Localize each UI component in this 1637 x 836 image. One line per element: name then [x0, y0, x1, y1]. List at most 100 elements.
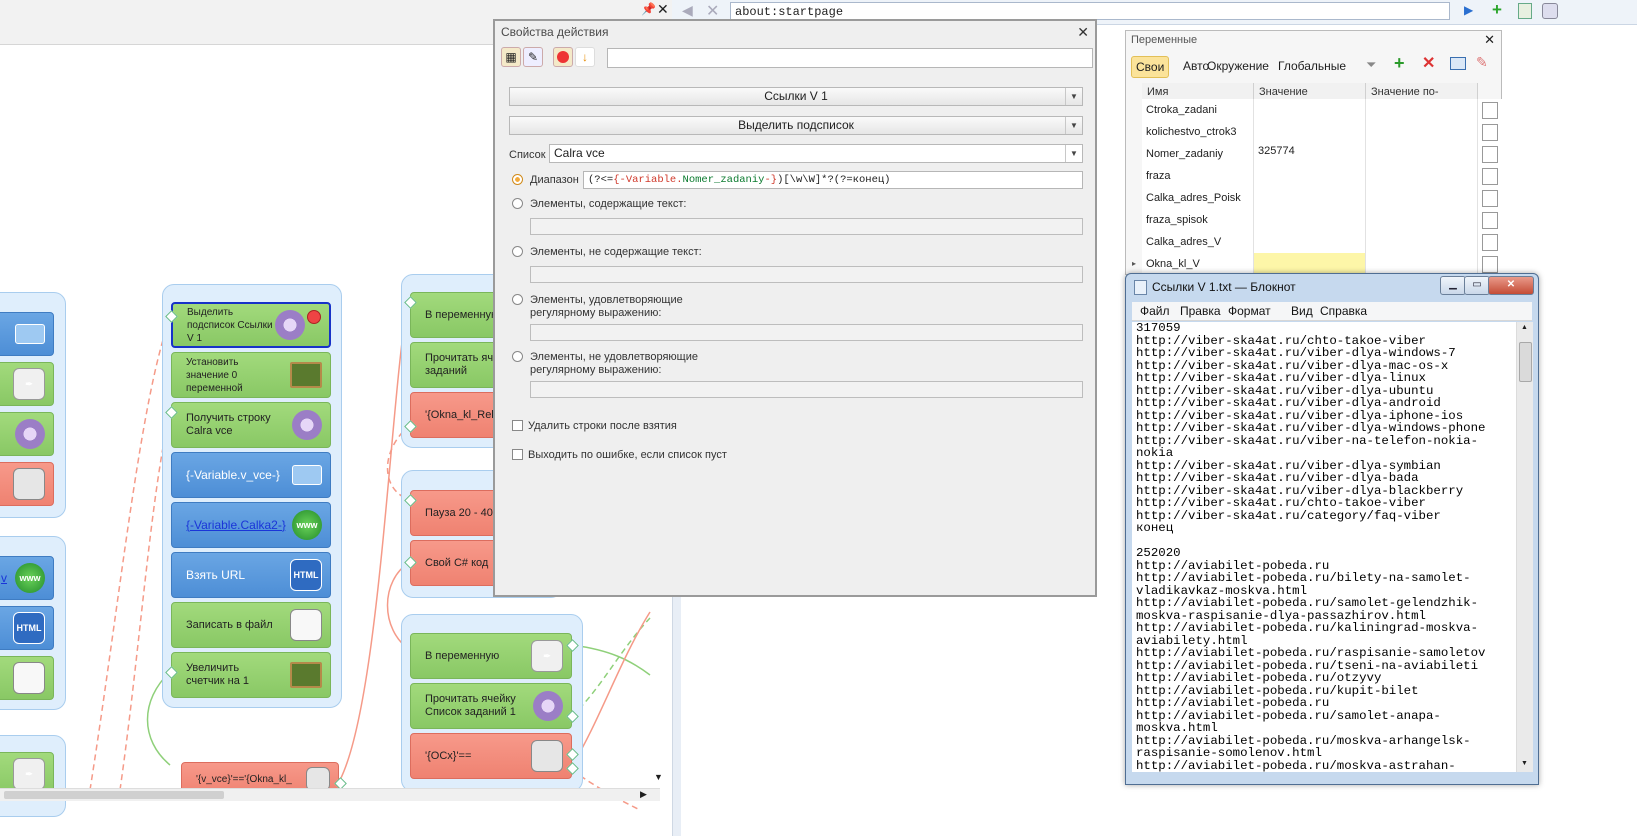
delete-lines-checkbox[interactable] [512, 420, 523, 431]
scrollbar-thumb[interactable] [4, 791, 224, 799]
copy-icon[interactable] [1482, 102, 1498, 119]
canvas-node-var-calka2[interactable]: {-Variable.Calka2-} www [171, 502, 331, 548]
copy-icon[interactable] [1482, 124, 1498, 141]
scroll-down-icon[interactable]: ▼ [1521, 760, 1528, 767]
copy-icon[interactable] [1482, 190, 1498, 207]
menu-file[interactable]: Файл [1140, 304, 1170, 318]
action-name-select[interactable]: Ссылки V 1 ▼ [509, 87, 1083, 106]
canvas-node-to-variable-2[interactable]: В переменную ✒ [410, 633, 572, 679]
delete-icon[interactable]: ✕ [1422, 53, 1435, 73]
go-icon[interactable]: ▶ [1464, 3, 1473, 17]
canvas-node-read-cell-2[interactable]: Прочитать ячейку Список заданий 1 [410, 683, 572, 729]
table-row[interactable]: fraza_spisok [1142, 209, 1502, 232]
columns-icon[interactable] [1450, 57, 1466, 70]
copy-icon[interactable] [1482, 168, 1498, 185]
canvas-node-write-file[interactable]: Записать в файл [171, 602, 331, 648]
close-icon[interactable]: ✕ [1484, 32, 1495, 48]
canvas-node-take-url[interactable]: Взять URL HTML [171, 552, 331, 598]
scrollbar-thumb[interactable] [1519, 342, 1532, 382]
vertical-scrollbar[interactable]: ▲ ▼ [1516, 322, 1533, 772]
var-value[interactable] [1254, 99, 1366, 121]
edit-view-icon[interactable]: ✎ [523, 47, 543, 67]
var-value[interactable] [1254, 165, 1366, 187]
var-value[interactable] [1254, 187, 1366, 209]
tab-environment[interactable]: Окружение [1203, 56, 1273, 76]
contains-radio[interactable] [512, 198, 523, 209]
not-contains-input[interactable] [530, 266, 1083, 283]
maximize-button[interactable]: ▭ [1464, 276, 1490, 295]
canvas-node-get-line[interactable]: Получить строку Calra vce [171, 402, 331, 448]
var-default[interactable] [1366, 165, 1478, 187]
table-row[interactable]: kolichestvo_ctrok3 [1142, 121, 1502, 144]
add-icon[interactable]: + [1394, 53, 1405, 74]
filter-icon[interactable]: ⏷ [1366, 57, 1376, 73]
regex-radio[interactable] [512, 294, 523, 305]
var-value[interactable] [1254, 209, 1366, 231]
add-icon[interactable]: + [1492, 0, 1502, 20]
arrow-down-icon[interactable]: ↓ [575, 47, 595, 67]
not-regex-input[interactable] [530, 381, 1083, 398]
stop-load-icon[interactable]: ✕ [706, 1, 719, 21]
minimize-button[interactable]: ▁ [1440, 276, 1466, 295]
var-default[interactable] [1366, 253, 1478, 275]
not-contains-radio[interactable] [512, 246, 523, 257]
copy-icon[interactable] [1482, 234, 1498, 251]
back-icon[interactable]: ◀ [682, 2, 693, 19]
copy-icon[interactable] [1482, 212, 1498, 229]
canvas-node-var-v-vce[interactable]: {-Variable.v_vce-} [171, 452, 331, 498]
range-input[interactable]: (?<={-Variable.Nomer_zadaniy-})[\w\W]*?(… [583, 171, 1083, 189]
table-view-icon[interactable]: ▦ [501, 47, 521, 67]
var-value[interactable] [1254, 121, 1366, 143]
action-type-select[interactable]: Выделить подсписок ▼ [509, 116, 1083, 135]
canvas-node-set-value[interactable]: ✒ [0, 362, 54, 406]
var-default[interactable] [1366, 121, 1478, 143]
var-default[interactable] [1366, 231, 1478, 253]
exit-on-error-checkbox[interactable] [512, 449, 523, 460]
canvas-horizontal-scrollbar[interactable]: ▶ [0, 788, 660, 801]
close-button[interactable]: ✕ [1488, 276, 1534, 295]
eraser-icon[interactable]: ✎ [1476, 54, 1488, 71]
table-row[interactable]: Ctroka_zadani [1142, 99, 1502, 122]
copy-icon[interactable] [1482, 146, 1498, 163]
var-value[interactable]: 325774 [1254, 143, 1366, 165]
scroll-down-icon[interactable]: ▼ [654, 772, 663, 782]
var-default[interactable] [1366, 209, 1478, 231]
table-row[interactable]: Nomer_zadaniy 325774 [1142, 143, 1502, 166]
menu-view[interactable]: Вид [1291, 304, 1313, 318]
var-value[interactable] [1254, 253, 1366, 275]
canvas-node-set-zero[interactable]: Установить значение 0 переменной [171, 352, 331, 398]
canvas-node-increment[interactable]: Увеличить счетчик на 1 [171, 652, 331, 698]
scroll-right-icon[interactable]: ▶ [640, 789, 647, 800]
table-row[interactable]: fraza [1142, 165, 1502, 188]
menu-format[interactable]: Формат [1228, 304, 1271, 318]
text-editor[interactable]: 317059 http://viber-ska4at.ru/chto-takoe… [1132, 322, 1516, 772]
list-select[interactable]: Calra vce ▼ [549, 144, 1083, 163]
comment-input[interactable] [607, 48, 1093, 68]
range-radio[interactable] [512, 174, 523, 185]
canvas-node-variable[interactable] [0, 312, 54, 356]
breakpoint-icon[interactable] [553, 47, 573, 67]
var-default[interactable] [1366, 143, 1478, 165]
settings-icon[interactable] [1542, 3, 1558, 19]
not-regex-radio[interactable] [512, 351, 523, 362]
url-bar[interactable]: about:startpage [730, 2, 1450, 20]
contains-input[interactable] [530, 218, 1083, 235]
canvas-node-switch[interactable] [0, 462, 54, 506]
regex-input[interactable] [530, 324, 1083, 341]
table-row[interactable]: Calka_adres_Poisk [1142, 187, 1502, 210]
var-value[interactable] [1254, 231, 1366, 253]
scroll-up-icon[interactable]: ▲ [1521, 324, 1528, 331]
page-icon[interactable] [1518, 3, 1532, 19]
copy-icon[interactable] [1482, 256, 1498, 273]
canvas-node-html[interactable]: HTML [0, 606, 54, 650]
tab-own[interactable]: Свои [1131, 56, 1170, 78]
canvas-node-select-sublist[interactable]: Выделить подсписок Ссылки V 1 [171, 302, 331, 348]
menu-edit[interactable]: Правка [1180, 304, 1221, 318]
row-expand-icon[interactable]: ▸ [1132, 259, 1136, 268]
tab-global[interactable]: Глобальные [1274, 56, 1350, 76]
canvas-node-file[interactable] [0, 656, 54, 700]
canvas-node-navigate[interactable]: v www [0, 556, 54, 600]
menu-help[interactable]: Справка [1320, 304, 1367, 318]
canvas-node-condition-ocx[interactable]: '{OCx}'== [410, 733, 572, 779]
var-default[interactable] [1366, 187, 1478, 209]
